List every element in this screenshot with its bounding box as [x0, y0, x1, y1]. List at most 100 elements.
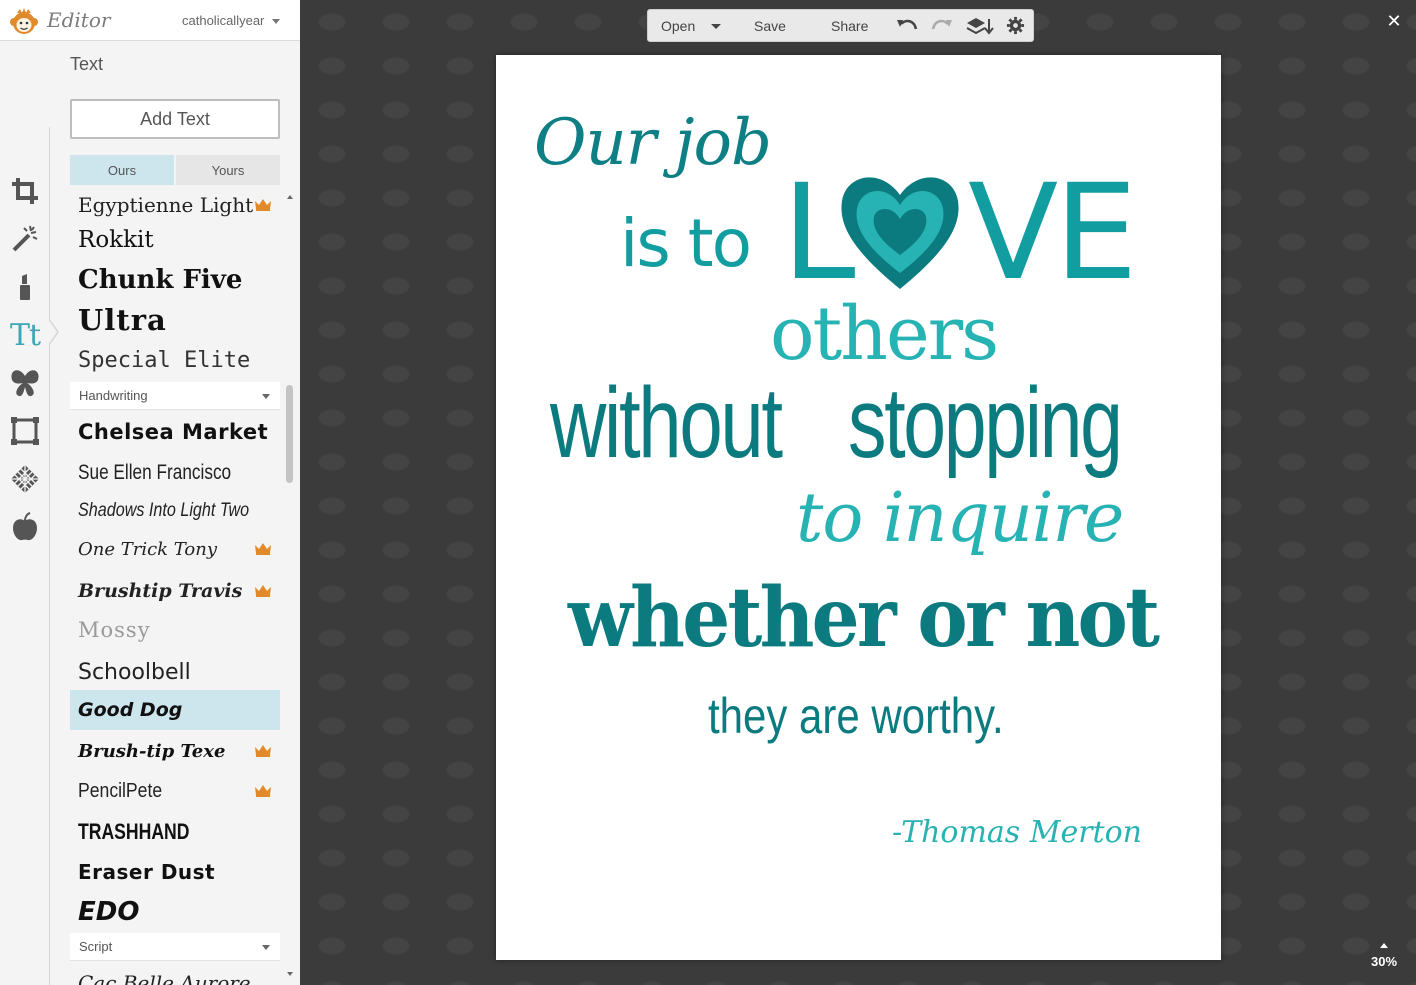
font-item-label: PencilPete: [78, 779, 163, 802]
font-item-label: Egyptienne Light: [78, 193, 254, 217]
font-item[interactable]: One Trick Tony: [70, 529, 280, 569]
font-item[interactable]: Ultra: [70, 300, 280, 340]
font-category-dropdown[interactable]: Handwriting: [70, 382, 280, 410]
rail-divider: [49, 127, 50, 985]
chevron-down-icon: [262, 394, 270, 399]
font-item-label: Chelsea Market: [78, 420, 269, 444]
font-item[interactable]: Brushtip Travis: [70, 571, 280, 611]
font-item-label: Ultra: [78, 303, 167, 337]
crown-icon: [255, 785, 271, 797]
texture-icon[interactable]: [8, 462, 42, 496]
font-item-label: EDO: [78, 897, 140, 927]
crown-icon: [255, 745, 271, 757]
zoom-expand-icon[interactable]: [1380, 943, 1388, 948]
save-button[interactable]: Save: [754, 10, 786, 41]
quote-line-whether-or-not[interactable]: whether or not: [568, 577, 1160, 659]
font-item[interactable]: EDO: [70, 892, 280, 932]
category-label: Script: [79, 939, 113, 954]
font-item[interactable]: Eraser Dust: [70, 852, 280, 892]
crown-icon: [255, 199, 271, 211]
lipstick-icon[interactable]: [8, 270, 42, 304]
font-item-label: Special Elite: [78, 347, 251, 373]
account-menu[interactable]: catholicallyear: [182, 13, 264, 28]
font-item-label: Rokkit: [78, 227, 154, 253]
quote-line-is-to[interactable]: is to: [620, 211, 752, 277]
settings-gear-icon[interactable]: [1006, 16, 1025, 35]
scroll-down-arrow-icon[interactable]: [287, 972, 293, 976]
font-item-label: Cac Belle Aurore: [78, 971, 251, 985]
font-item-label: Mossy: [78, 618, 151, 642]
font-item-label: Eraser Dust: [78, 860, 216, 884]
font-item[interactable]: Cac Belle Aurore: [70, 963, 280, 985]
font-item-label: Chunk Five: [78, 265, 243, 295]
font-item-label: Shadows Into Light Two: [78, 500, 250, 521]
font-item[interactable]: Chelsea Market: [70, 412, 280, 452]
quote-line-they-are-worthy[interactable]: they are worthy.: [708, 691, 1004, 741]
font-item[interactable]: Sue Ellen Francisco: [70, 453, 280, 493]
quote-line-stopping[interactable]: stopping: [848, 373, 1123, 473]
chevron-down-icon[interactable]: [272, 19, 280, 24]
quote-line-others[interactable]: others: [770, 297, 999, 371]
frame-icon[interactable]: [8, 414, 42, 448]
font-item-label: TRASHHAND: [78, 819, 190, 844]
design-canvas[interactable]: Our job is to L VE others without stoppi…: [496, 55, 1221, 960]
open-dropdown-chevron-icon[interactable]: [711, 24, 721, 29]
apple-icon[interactable]: [8, 510, 42, 544]
redo-icon[interactable]: [931, 17, 953, 35]
tool-rail: Tt: [0, 41, 59, 985]
heart-icon[interactable]: [836, 165, 964, 293]
chevron-down-icon: [262, 945, 270, 950]
share-button[interactable]: Share: [831, 10, 868, 41]
quote-line-to-inquire[interactable]: to inquire: [796, 485, 1124, 553]
undo-icon[interactable]: [896, 17, 918, 35]
quote-line-our-job[interactable]: Our job: [534, 111, 772, 175]
add-text-button[interactable]: Add Text: [70, 99, 280, 139]
text-tool-icon[interactable]: Tt: [8, 318, 42, 353]
category-label: Handwriting: [79, 388, 148, 403]
magic-wand-icon[interactable]: [8, 222, 42, 256]
close-editor-icon[interactable]: ✕: [1384, 11, 1404, 31]
font-category-dropdown[interactable]: Script: [70, 933, 280, 961]
zoom-control[interactable]: 30%: [1366, 943, 1402, 977]
font-item-label: Sue Ellen Francisco: [78, 461, 232, 484]
font-item[interactable]: Brush-tip Texe: [70, 731, 280, 771]
font-item-label: Brushtip Travis: [78, 580, 243, 602]
font-item[interactable]: Schoolbell: [70, 652, 280, 692]
editor-toolbar: Open Save Share: [647, 9, 1034, 42]
butterfly-icon[interactable]: [8, 366, 42, 400]
scroll-up-arrow-icon[interactable]: [287, 195, 293, 199]
font-item[interactable]: Rokkit: [70, 220, 280, 260]
font-item[interactable]: Mossy: [70, 610, 280, 650]
zoom-level: 30%: [1370, 954, 1398, 969]
font-item-selected[interactable]: Good Dog: [70, 690, 280, 730]
panel-title: Text: [70, 54, 104, 74]
font-source-tabs: Ours Yours: [70, 155, 280, 185]
scrollbar-thumb[interactable]: [286, 385, 293, 483]
layers-icon[interactable]: [966, 17, 994, 35]
font-item[interactable]: PencilPete: [70, 771, 280, 811]
app-title: Editor: [47, 8, 111, 32]
quote-attribution[interactable]: -Thomas Merton: [892, 818, 1142, 848]
font-list: Egyptienne Light Rokkit Chunk Five Ultra…: [70, 185, 280, 985]
font-item[interactable]: Special Elite: [70, 340, 280, 380]
crown-icon: [255, 585, 271, 597]
font-item[interactable]: TRASHHAND: [70, 812, 280, 852]
quote-love-ve[interactable]: VE: [968, 167, 1138, 299]
font-item[interactable]: Egyptienne Light: [70, 185, 280, 225]
active-tool-indicator: [48, 318, 59, 346]
font-item[interactable]: Shadows Into Light Two: [70, 491, 280, 531]
editor-sidebar: Editor catholicallyear Tt Text Add Text: [0, 0, 300, 985]
crown-icon: [255, 543, 271, 555]
crop-icon[interactable]: [8, 174, 42, 208]
quote-line-without[interactable]: without: [550, 373, 783, 473]
font-item-label: Good Dog: [78, 699, 183, 721]
tab-ours[interactable]: Ours: [70, 155, 174, 185]
font-item-label: One Trick Tony: [78, 538, 218, 560]
tab-yours[interactable]: Yours: [176, 155, 280, 185]
monkey-logo-icon[interactable]: [8, 6, 40, 36]
font-item-label: Schoolbell: [78, 659, 191, 685]
open-button[interactable]: Open: [661, 10, 695, 41]
font-item[interactable]: Chunk Five: [70, 260, 280, 300]
font-item-label: Brush-tip Texe: [78, 740, 226, 762]
sidebar-header: Editor catholicallyear: [0, 0, 300, 41]
